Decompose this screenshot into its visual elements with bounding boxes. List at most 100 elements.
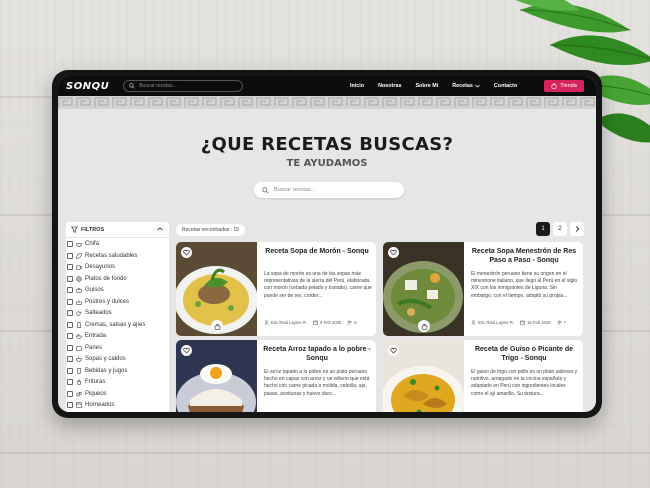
recipe-date: 15 Feb 2025 — [527, 320, 551, 325]
filter-category-horneados[interactable]: Horneados — [67, 402, 114, 408]
salad-icon — [76, 334, 82, 339]
checkbox[interactable] — [67, 367, 73, 374]
top-navbar: SONQU Buscar recetas... Inicio Nosotras … — [58, 76, 596, 96]
nav-links: Inicio Nosotras Sobre Mí Recetas Contact… — [350, 76, 531, 96]
recipe-description: El menestrón peruano tiene su origen en … — [471, 271, 578, 299]
filter-category-bebidas[interactable]: Bebidas y jugos — [67, 367, 127, 374]
filter-category-label: Postres y dulces — [85, 298, 130, 305]
filter-category-label: Sopas y caldos — [85, 356, 126, 362]
search-icon — [129, 83, 135, 89]
checkbox[interactable] — [67, 379, 73, 385]
checkbox[interactable] — [67, 310, 73, 316]
checkbox[interactable] — [67, 333, 73, 339]
tablet-frame: SONQU Buscar recetas... Inicio Nosotras … — [52, 70, 602, 418]
checkbox[interactable] — [67, 390, 73, 397]
checkbox[interactable] — [67, 241, 73, 247]
favorite-button[interactable] — [388, 247, 399, 258]
checkbox[interactable] — [67, 344, 73, 351]
pan-icon — [76, 311, 82, 316]
site-logo[interactable]: SONQU — [66, 81, 109, 92]
filter-category-label: Horneados — [85, 402, 115, 408]
filter-category-salteados[interactable]: Salteados — [67, 310, 112, 316]
next-page-button[interactable] — [570, 222, 584, 236]
recipe-card[interactable]: Receta Sopa Menestrón de Res Paso a Paso… — [383, 242, 583, 336]
filter-category-postres[interactable]: Postres y dulces — [67, 298, 130, 305]
oven-icon — [76, 402, 82, 408]
soup-icon — [76, 356, 82, 362]
page-button-2[interactable]: 2 — [553, 222, 567, 236]
nav-link-inicio[interactable]: Inicio — [350, 83, 364, 89]
browser-viewport: SONQU Buscar recetas... Inicio Nosotras … — [58, 76, 596, 412]
filter-category-label: Entrada — [85, 333, 107, 339]
recipe-type-badge — [211, 320, 223, 332]
checkbox[interactable] — [67, 275, 73, 282]
wood-seam — [0, 452, 650, 454]
recipe-description: El guiso de trigo con pollo es un plato … — [471, 369, 578, 397]
nav-link-contacto[interactable]: Contacto — [494, 83, 517, 89]
favorite-button[interactable] — [388, 345, 399, 356]
filter-category-label: Piqueos — [85, 390, 107, 397]
recipe-search-placeholder: Buscar recetas... — [274, 187, 316, 193]
nav-link-sobre-mi[interactable]: Sobre Mí — [415, 83, 438, 89]
filter-category-platos-de-fondo[interactable]: Platos de fondo — [67, 275, 127, 282]
search-icon — [262, 186, 269, 194]
checkbox[interactable] — [67, 252, 73, 259]
heart-icon — [183, 249, 190, 256]
filter-category-sopas[interactable]: Sopas y caldos — [67, 356, 126, 362]
filter-category-label: Recetas saludables — [85, 252, 138, 259]
recipe-title[interactable]: Receta Arroz tapado a lo pobre - Sonqu — [262, 346, 372, 363]
filter-category-label: Salteados — [85, 310, 112, 316]
filters-header[interactable]: FILTROS — [66, 222, 169, 238]
checkbox[interactable] — [67, 321, 73, 328]
recipe-author: Eric Raul Layme R. — [271, 320, 308, 325]
checkbox[interactable] — [67, 287, 73, 293]
recipe-card[interactable]: Receta Sopa de Morón - Sonqu La sopa de … — [176, 242, 376, 336]
nav-link-nosotras[interactable]: Nosotras — [378, 83, 401, 89]
filter-category-desayunos[interactable]: Desayunos — [67, 264, 115, 270]
favorite-button[interactable] — [181, 247, 192, 258]
checkbox[interactable] — [67, 264, 73, 270]
filter-category-recetas-saludables[interactable]: Recetas saludables — [67, 252, 138, 259]
filter-category-label: Platos de fondo — [85, 275, 127, 282]
calendar-icon — [520, 320, 525, 325]
checkbox[interactable] — [67, 356, 73, 362]
filter-category-cremas[interactable]: Cremas, salsas y ajíes — [67, 321, 146, 328]
filter-category-guisos[interactable]: Guisos — [67, 287, 104, 293]
filter-category-frituras[interactable]: Frituras — [67, 379, 105, 385]
recipe-title[interactable]: Receta Sopa de Morón - Sonqu — [262, 248, 372, 257]
calendar-icon — [313, 320, 318, 325]
chevron-up-icon — [157, 227, 163, 231]
shop-button[interactable]: Tienda — [544, 80, 584, 92]
recipe-meta: Eric Raul Layme R. 15 Feb 2025 7 — [471, 320, 581, 325]
nav-link-recetas[interactable]: Recetas — [452, 83, 480, 89]
filter-category-chifa[interactable]: Chifa — [67, 241, 99, 247]
results-count: Recetas encontradas : 15 — [176, 224, 245, 236]
checkbox[interactable] — [67, 402, 73, 408]
nav-search-input[interactable]: Buscar recetas... — [123, 80, 244, 92]
filter-category-entrada[interactable]: Entrada — [67, 333, 106, 339]
pot-icon — [421, 323, 427, 330]
page-title: ¿QUE RECETAS BUSCAS? — [200, 134, 454, 155]
filter-category-panes[interactable]: Panes — [67, 344, 102, 351]
filter-category-label: Cremas, salsas y ajíes — [85, 321, 146, 328]
bread-icon — [76, 345, 82, 351]
page-button-1[interactable]: 1 — [536, 222, 550, 236]
bowl-icon — [76, 243, 82, 247]
favorite-button[interactable] — [181, 345, 192, 356]
nav-link-recetas-label: Recetas — [452, 83, 473, 89]
filter-category-label: Chifa — [85, 241, 100, 247]
recipe-search-input[interactable]: Buscar recetas... — [254, 182, 404, 198]
plate-icon — [76, 275, 82, 282]
recipe-title[interactable]: Receta Sopa Menestrón de Res Paso a Paso… — [469, 248, 579, 265]
pot-icon — [214, 323, 220, 330]
recipe-card[interactable]: Receta de Guiso o Picante de Trigo - Son… — [383, 340, 583, 412]
shop-button-label: Tienda — [560, 83, 577, 89]
recipe-title[interactable]: Receta de Guiso o Picante de Trigo - Son… — [469, 346, 579, 363]
recipe-meta: Eric Raul Layme R. 5 Feb 2025 5 — [264, 320, 374, 325]
recipe-card[interactable]: Receta Arroz tapado a lo pobre - Sonqu E… — [176, 340, 376, 412]
filters-title: FILTROS — [81, 226, 105, 233]
checkbox[interactable] — [67, 298, 73, 305]
filter-category-piqueos[interactable]: Piqueos — [67, 390, 107, 397]
heart-icon — [390, 249, 397, 256]
recipe-description: El arroz tapado a lo pobre es un plato p… — [264, 369, 370, 397]
